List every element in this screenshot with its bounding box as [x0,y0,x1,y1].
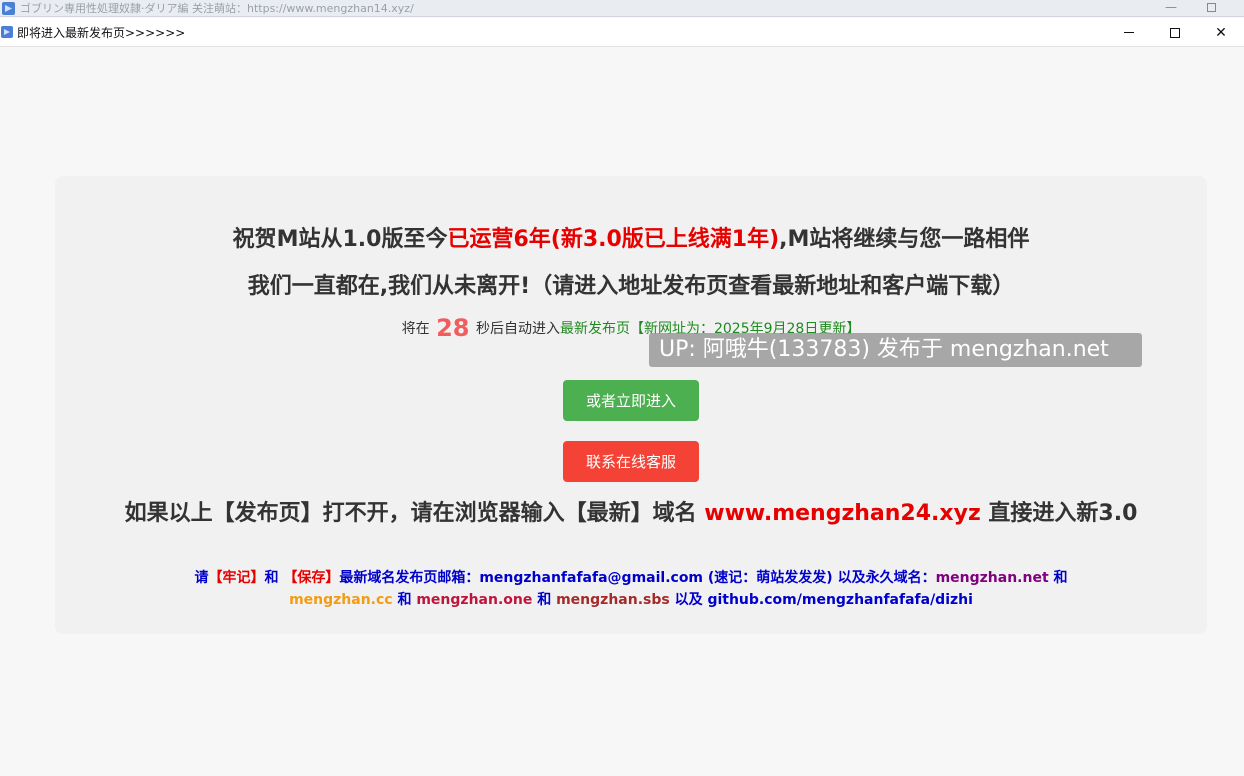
footer-text: 和 [1048,570,1068,586]
close-icon: ✕ [1215,24,1227,41]
maximize-button[interactable] [1152,18,1198,47]
notice-text-2: 直接进入新3.0 [980,501,1138,526]
app-icon [2,1,15,15]
footer-text: 和 [392,592,417,608]
github-link[interactable]: 以及 github.com/mengzhanfafafa/dizhi [670,592,973,608]
outer-window-title-bar: ゴブリン専用性処理奴隷·ダリア編 关注萌站：https://www.mengzh… [0,0,1244,17]
domain-net-link[interactable]: mengzhan.net [936,570,1049,586]
enter-now-button[interactable]: 或者立即进入 [563,380,699,421]
headline-part3: ,M站将继续与您一路相伴 [779,227,1030,252]
footer-text: 和 [532,592,557,608]
footer-remember: 【牢记】 [208,570,265,586]
outer-minimize-button[interactable]: — [1163,0,1179,15]
domain-cc-link[interactable]: mengzhan.cc [289,592,393,608]
uploader-watermark: UP: 阿哦牛(133783) 发布于 mengzhan.net [649,333,1142,367]
headline-part1: 祝贺M站从1.0版至今 [232,227,448,252]
maximize-icon [1170,27,1180,38]
redirect-card: 祝贺M站从1.0版至今已运营6年(新3.0版已上线满1年),M站将继续与您一路相… [55,176,1207,634]
domain-one-link[interactable]: mengzhan.one [416,592,532,608]
notice-text-1: 如果以上【发布页】打不开，请在浏览器输入【最新】域名 [124,501,705,526]
minimize-icon [1124,32,1134,33]
footer-save: 【保存】 [283,570,340,586]
fallback-domain-notice: 如果以上【发布页】打不开，请在浏览器输入【最新】域名 www.mengzhan2… [115,500,1147,528]
countdown-prefix: 将在 [401,321,430,337]
latest-domain-link[interactable]: www.mengzhan24.xyz [704,501,980,526]
app-icon [1,26,13,38]
close-button[interactable]: ✕ [1198,18,1244,47]
countdown-seconds: 28 [436,314,470,342]
footer-text: 请 [194,570,209,586]
footer-domains: 请【牢记】和 【保存】最新域名发布页邮箱：mengzhanfafafa@gmai… [115,567,1147,611]
outer-window-title: ゴブリン専用性処理奴隷·ダリア編 关注萌站：https://www.mengzh… [20,2,414,15]
countdown-suffix: 秒后自动进入 [475,321,560,337]
headline-highlight: 已运营6年(新3.0版已上线满1年) [447,227,780,252]
footer-text: 和 [264,570,284,586]
outer-maximize-button[interactable] [1207,3,1216,12]
domain-sbs-link[interactable]: mengzhan.sbs [556,592,670,608]
minimize-button[interactable] [1106,18,1152,47]
inner-window-title-bar: 即将进入最新发布页>>>>>> ✕ [0,18,1244,47]
headline-still-here: 我们一直都在,我们从未离开!（请进入地址发布页查看最新地址和客户端下载） [247,274,1015,299]
headline-anniversary: 祝贺M站从1.0版至今已运营6年(新3.0版已上线满1年),M站将继续与您一路相… [55,221,1207,253]
footer-email-text: 最新域名发布页邮箱：mengzhanfafafa@gmail.com (速记：萌… [339,570,936,586]
customer-service-button[interactable]: 联系在线客服 [563,441,699,482]
inner-window-title: 即将进入最新发布页>>>>>> [17,25,186,40]
